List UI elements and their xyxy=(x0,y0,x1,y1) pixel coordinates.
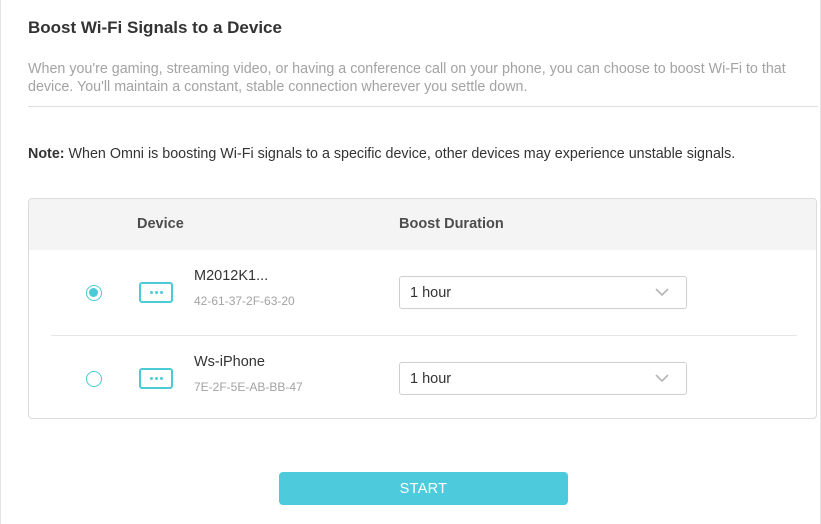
device-name: M2012K1... xyxy=(194,268,269,284)
page-title: Boost Wi-Fi Signals to a Device xyxy=(28,18,282,37)
table-row: Ws-iPhone 7E-2F-5E-AB-BB-47 1 hour xyxy=(29,336,816,418)
boost-duration-select[interactable]: 1 hour xyxy=(399,276,687,309)
section-divider xyxy=(28,106,818,107)
table-header: Device Boost Duration xyxy=(29,199,816,250)
device-icon xyxy=(139,368,173,389)
page-description: When you're gaming, streaming video, or … xyxy=(28,61,786,95)
boost-duration-value: 1 hour xyxy=(410,285,452,301)
header-device: Device xyxy=(137,216,184,232)
boost-wifi-page: Boost Wi-Fi Signals to a Device When you… xyxy=(0,0,821,524)
device-mac: 7E-2F-5E-AB-BB-47 xyxy=(194,380,303,394)
chevron-down-icon xyxy=(655,288,669,297)
note-text: Note: When Omni is boosting Wi-Fi signal… xyxy=(28,145,818,163)
table-row: M2012K1... 42-61-37-2F-63-20 1 hour xyxy=(29,250,816,336)
device-radio[interactable] xyxy=(86,371,102,387)
boost-duration-value: 1 hour xyxy=(410,371,452,387)
device-name: Ws-iPhone xyxy=(194,354,265,370)
start-button[interactable]: START xyxy=(279,472,568,505)
device-table: Device Boost Duration M2012K1... 42-61-3… xyxy=(28,198,817,419)
chevron-down-icon xyxy=(655,374,669,383)
header-boost-duration: Boost Duration xyxy=(399,216,504,232)
note-body: When Omni is boosting Wi-Fi signals to a… xyxy=(64,146,736,162)
boost-duration-select[interactable]: 1 hour xyxy=(399,362,687,395)
device-icon xyxy=(139,282,173,303)
note-label: Note: xyxy=(28,146,65,162)
device-mac: 42-61-37-2F-63-20 xyxy=(194,294,295,308)
device-radio-selected[interactable] xyxy=(86,285,102,301)
